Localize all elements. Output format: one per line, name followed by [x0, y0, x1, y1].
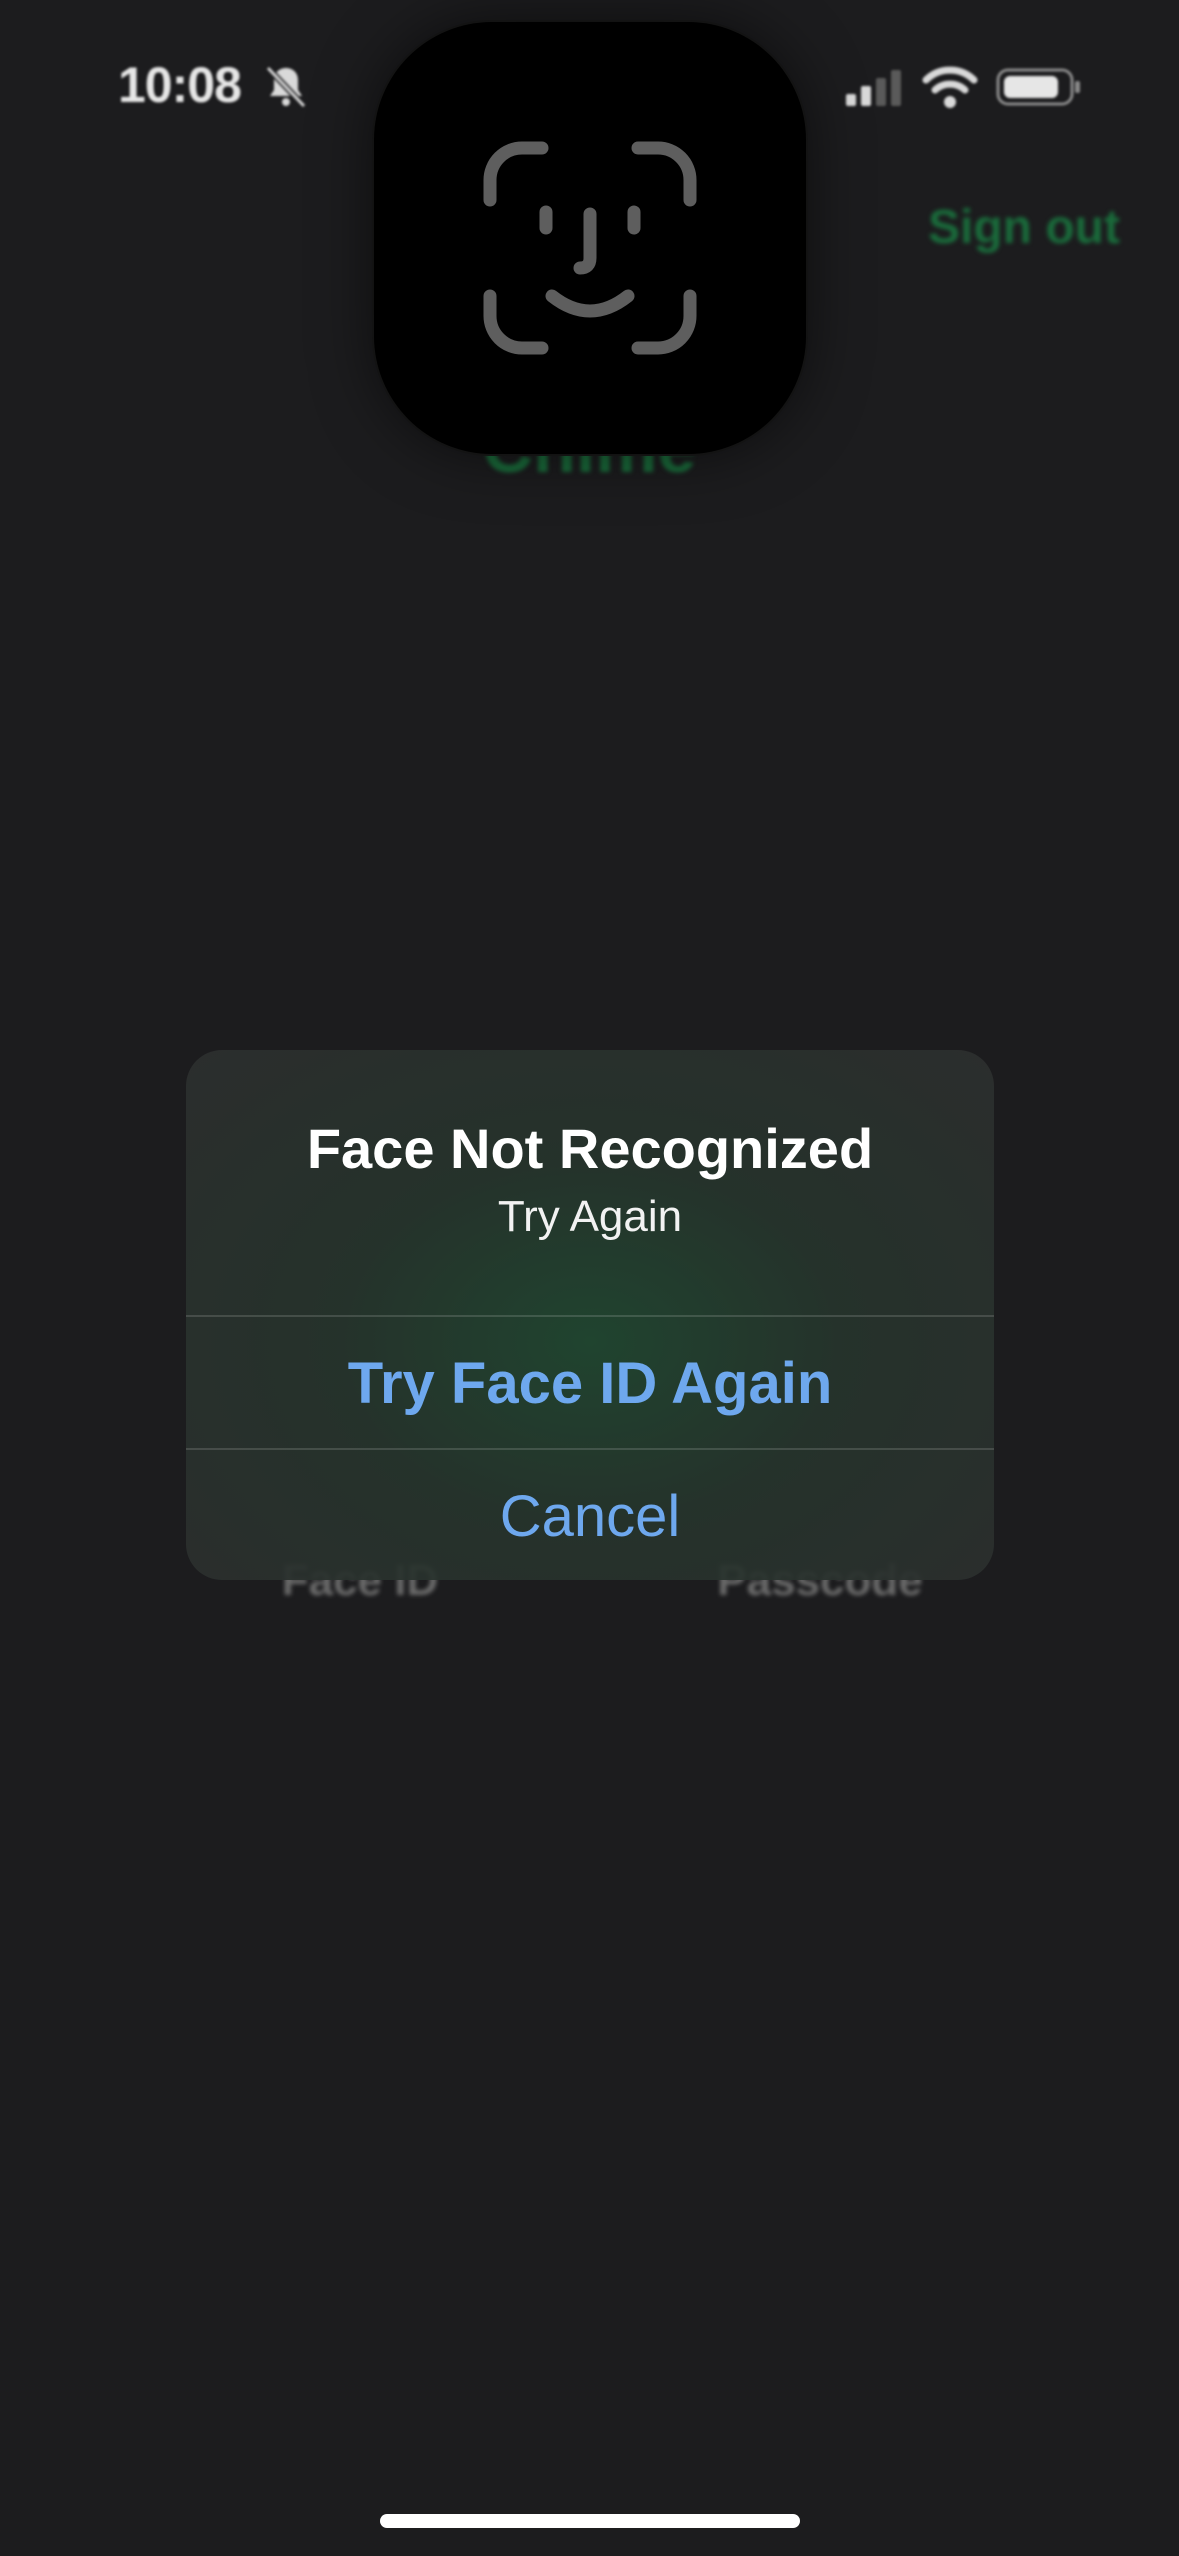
cancel-button[interactable]: Cancel: [186, 1450, 994, 1580]
face-id-icon: [483, 141, 697, 355]
try-face-id-again-button[interactable]: Try Face ID Again: [186, 1317, 994, 1449]
home-indicator[interactable]: [380, 2514, 800, 2528]
battery-icon: [996, 68, 1080, 106]
alert-message: Try Again: [497, 1192, 683, 1241]
cellular-signal-icon: [846, 70, 901, 106]
wifi-icon: [922, 66, 978, 108]
face-id-hud: [374, 22, 806, 454]
face-not-recognized-alert: Face Not Recognized Try Again Try Face I…: [186, 1050, 994, 1580]
sign-out-link[interactable]: Sign out: [928, 200, 1120, 255]
status-time: 10:08: [118, 57, 242, 113]
bell-slash-icon: [265, 65, 307, 109]
alert-title: Face Not Recognized: [306, 1117, 874, 1180]
